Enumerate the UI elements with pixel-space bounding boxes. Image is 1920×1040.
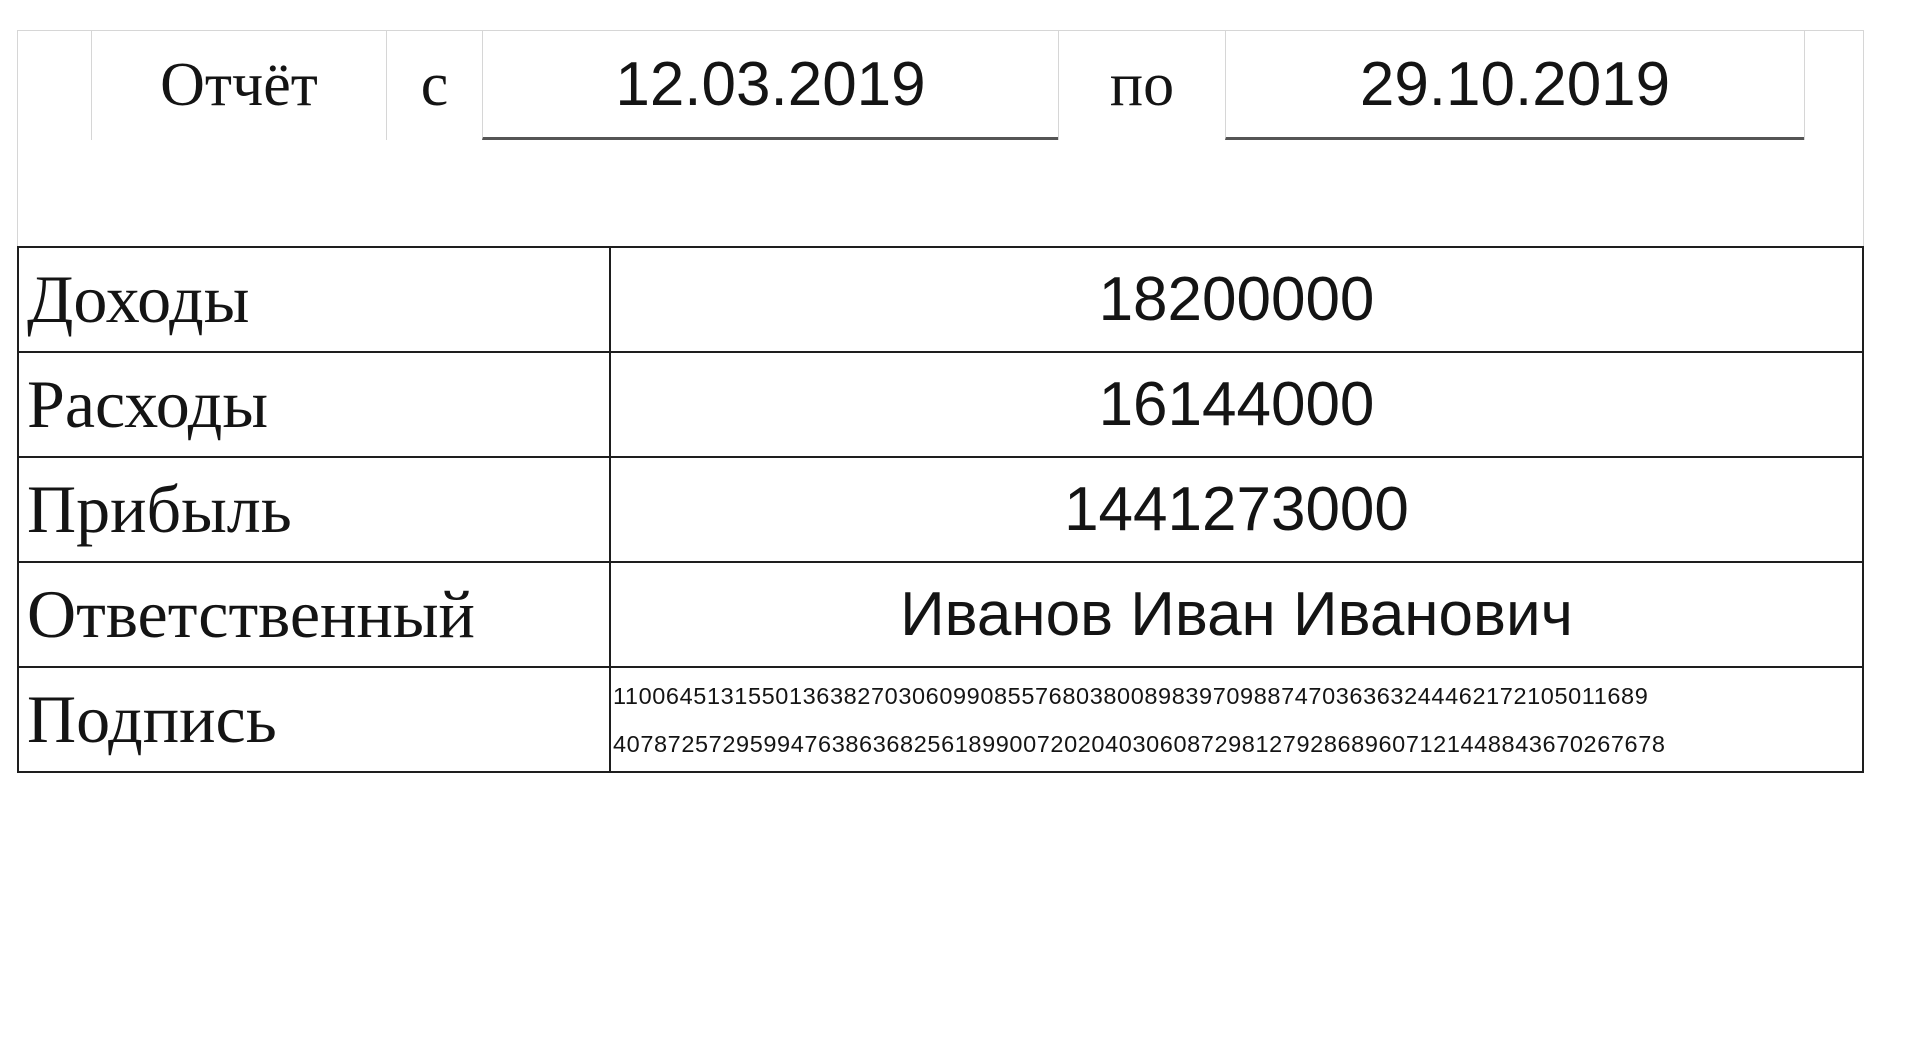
header-end-cell <box>1804 31 1863 140</box>
table-row-profit: Прибыль 1441273000 <box>17 456 1864 563</box>
signature-line-1: 1100645131550136382703060990855768038008… <box>613 682 1649 709</box>
profit-value[interactable]: 1441273000 <box>609 456 1864 563</box>
signature-line-2: 4078725729599476386368256189900720204030… <box>613 730 1666 757</box>
report-table: Доходы 18200000 Расходы 16144000 Прибыль… <box>17 246 1864 773</box>
profit-label: Прибыль <box>17 456 611 563</box>
expenses-value[interactable]: 16144000 <box>609 351 1864 458</box>
signature-value[interactable]: 1100645131550136382703060990855768038008… <box>609 666 1864 773</box>
date-from-label: с <box>386 31 482 140</box>
table-row-income: Доходы 18200000 <box>17 246 1864 353</box>
report-page: Отчёт с 12.03.2019 по 29.10.2019 Доходы … <box>0 0 1920 1040</box>
report-title: Отчёт <box>91 31 386 140</box>
date-to-label: по <box>1058 31 1225 140</box>
header-blank-cell <box>17 31 91 140</box>
table-row-signature: Подпись 11006451315501363827030609908557… <box>17 666 1864 773</box>
spacer-row <box>17 139 1864 246</box>
table-row-expenses: Расходы 16144000 <box>17 351 1864 458</box>
date-to-field[interactable]: 29.10.2019 <box>1225 31 1804 140</box>
income-value[interactable]: 18200000 <box>609 246 1864 353</box>
table-row-responsible: Ответственный Иванов Иван Иванович <box>17 561 1864 668</box>
report-header-row: Отчёт с 12.03.2019 по 29.10.2019 <box>17 30 1864 140</box>
signature-label: Подпись <box>17 666 611 773</box>
income-label: Доходы <box>17 246 611 353</box>
responsible-value[interactable]: Иванов Иван Иванович <box>609 561 1864 668</box>
responsible-label: Ответственный <box>17 561 611 668</box>
date-from-field[interactable]: 12.03.2019 <box>482 31 1058 140</box>
expenses-label: Расходы <box>17 351 611 458</box>
